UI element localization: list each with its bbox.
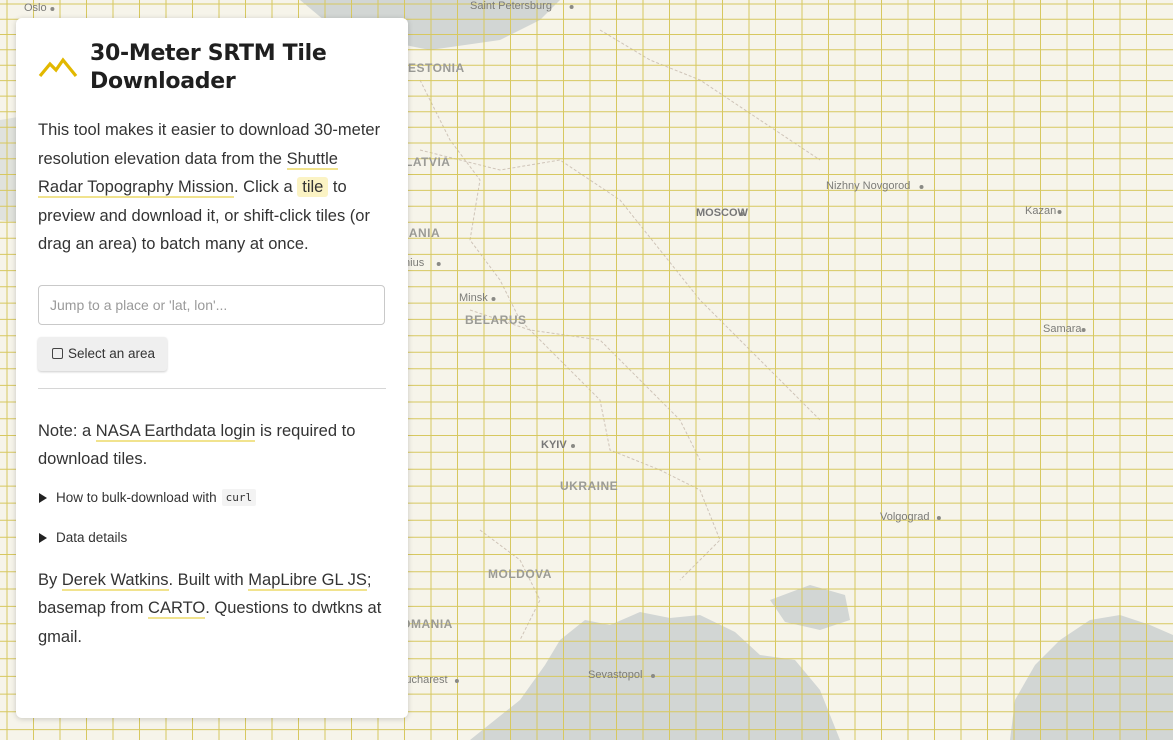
map-label: Nizhny Novgorod xyxy=(826,180,911,192)
disclosure-triangle-icon xyxy=(39,492,47,503)
city-dot xyxy=(569,5,574,9)
city-dot xyxy=(919,185,924,189)
map-label: KYIV xyxy=(541,439,567,451)
city-dot xyxy=(1057,210,1062,214)
credits-text-part: . Built with xyxy=(168,570,249,589)
map-label: MOSCOW xyxy=(696,207,748,219)
city-dot xyxy=(436,262,441,266)
curl-code: curl xyxy=(221,489,257,506)
tile-highlight: tile xyxy=(297,177,329,197)
map-label: Saint Petersburg xyxy=(470,0,552,12)
city-dot xyxy=(651,674,655,678)
map-label: UKRAINE xyxy=(560,479,619,493)
disclosure-triangle-icon xyxy=(39,532,47,543)
bulk-download-label: How to bulk-download with xyxy=(56,490,217,505)
credits: By Derek Watkins. Built with MapLibre GL… xyxy=(38,566,386,652)
map-label: Minsk xyxy=(459,292,488,304)
data-details-toggle[interactable]: Data details xyxy=(38,528,386,548)
data-details-label: Data details xyxy=(56,530,128,545)
intro-text-part: . Click a xyxy=(233,178,298,196)
author-link[interactable]: Derek Watkins xyxy=(61,570,169,591)
city-dot xyxy=(936,516,941,520)
map-label: Sevastopol xyxy=(588,669,643,681)
maplibre-link[interactable]: MapLibre GL JS xyxy=(248,570,367,591)
city-dot xyxy=(1081,328,1086,332)
map-label: Volgograd xyxy=(880,511,930,523)
city-dot xyxy=(454,679,459,683)
map-label: Oslo xyxy=(24,2,47,14)
city-dot xyxy=(491,297,496,301)
map-label: Kazan xyxy=(1025,205,1057,217)
divider xyxy=(38,387,386,389)
panel-header: 30-Meter SRTM Tile Downloader xyxy=(38,40,386,96)
carto-link[interactable]: CARTO xyxy=(148,599,206,619)
sea-of-azov xyxy=(770,585,850,630)
map-label: BELARUS xyxy=(465,313,527,327)
select-area-label: Select an area xyxy=(68,346,156,361)
login-note: Note: a NASA Earthdata login is required… xyxy=(38,417,386,474)
page-title: 30-Meter SRTM Tile Downloader xyxy=(90,41,327,94)
note-text-part: Note: a xyxy=(38,421,96,440)
map-label: LATVIA xyxy=(405,155,451,169)
credits-text-part: By xyxy=(38,570,62,589)
map-label: Samara xyxy=(1043,323,1082,335)
city-dot xyxy=(571,444,575,448)
search-input[interactable] xyxy=(38,284,385,325)
mountain-logo-icon xyxy=(38,57,78,78)
select-area-button[interactable]: Select an area xyxy=(38,336,168,371)
checkbox-icon xyxy=(52,348,63,359)
caspian-sea xyxy=(1010,615,1173,740)
earthdata-login-link[interactable]: NASA Earthdata login xyxy=(95,421,256,442)
country-borders xyxy=(419,29,821,641)
city-dot xyxy=(50,7,55,11)
bulk-download-details-toggle[interactable]: How to bulk-download with curl xyxy=(38,488,386,508)
intro-text: This tool makes it easier to download 30… xyxy=(38,116,386,259)
info-panel: 30-Meter SRTM Tile Downloader This tool … xyxy=(16,18,408,718)
map-label: MOLDOVA xyxy=(488,567,552,581)
map-label: ESTONIA xyxy=(408,61,465,75)
